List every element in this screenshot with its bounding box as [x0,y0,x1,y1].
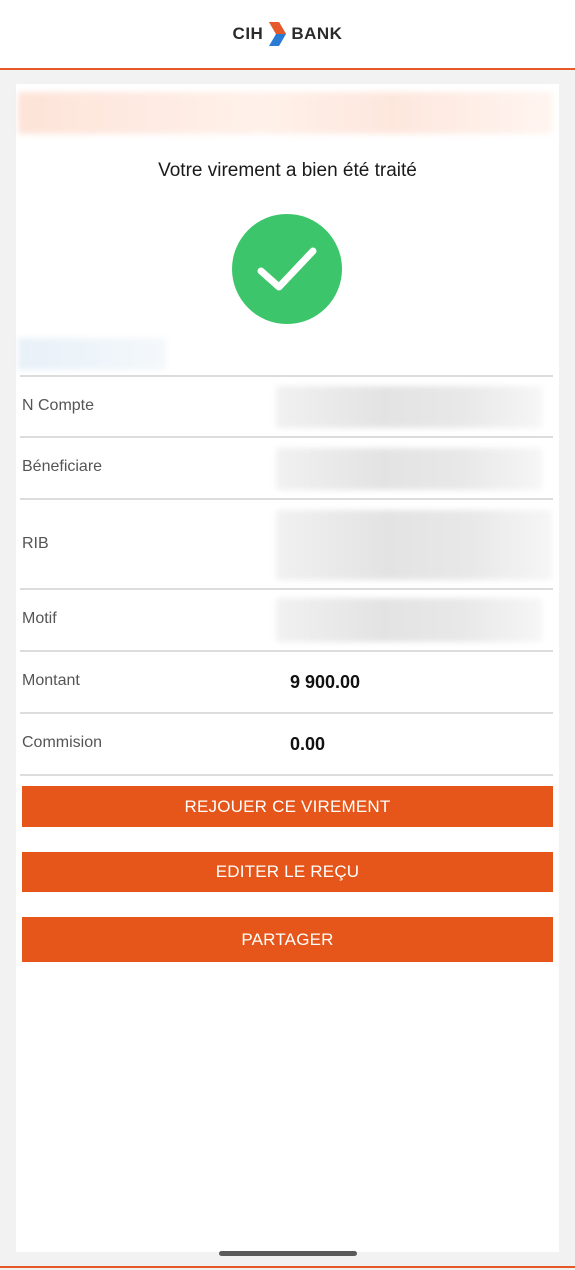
rib-label: RIB [22,535,49,552]
check-circle-icon [232,214,342,324]
amount-label: Montant [22,672,80,689]
detail-row-rib: RIB [20,498,553,588]
redacted-label [18,338,166,370]
account-number-value-redacted [276,386,542,428]
app-header: CIH BANK [0,0,575,70]
rib-value-redacted [276,510,552,580]
detail-row-amount: Montant 9 900.00 [20,650,553,712]
chevron-arrow-icon [269,22,287,46]
beneficiary-label: Béneficiare [22,458,103,475]
bottom-accent-line [0,1266,575,1268]
checkmark-icon [257,247,317,291]
replay-transfer-button[interactable]: REJOUER CE VIREMENT [22,786,553,827]
beneficiary-value-redacted [276,448,542,490]
amount-value: 9 900.00 [290,672,361,692]
detail-row-account: N Compte [20,375,553,436]
detail-row-commission: Commision 0.00 [20,712,553,774]
confirmation-title: Votre virement a bien été traité [158,160,417,181]
motif-value-redacted [276,598,542,642]
commission-label: Commision [22,734,103,751]
commission-value: 0.00 [290,734,326,754]
cih-bank-logo: CIH BANK [233,20,343,48]
edit-receipt-button[interactable]: EDITER LE REÇU [22,852,553,892]
confirmation-card: Votre virement a bien été traité N Compt… [16,84,559,1252]
motif-label: Motif [22,610,57,627]
logo-text-right: BANK [291,24,343,43]
logo-text-left: CIH [232,24,264,43]
share-button[interactable]: PARTAGER [22,917,553,962]
transfer-confirmation-screen: CIH BANK Votre virement a bien été trait… [0,0,575,1270]
transfer-details: N Compte Béneficiare RIB Motif Montant 9… [20,375,553,776]
account-number-label: N Compte [22,397,95,414]
details-divider [20,774,553,776]
detail-row-beneficiary: Béneficiare [20,436,553,498]
redacted-banner [18,92,553,134]
detail-row-motif: Motif [20,588,553,650]
home-indicator[interactable] [219,1251,357,1256]
